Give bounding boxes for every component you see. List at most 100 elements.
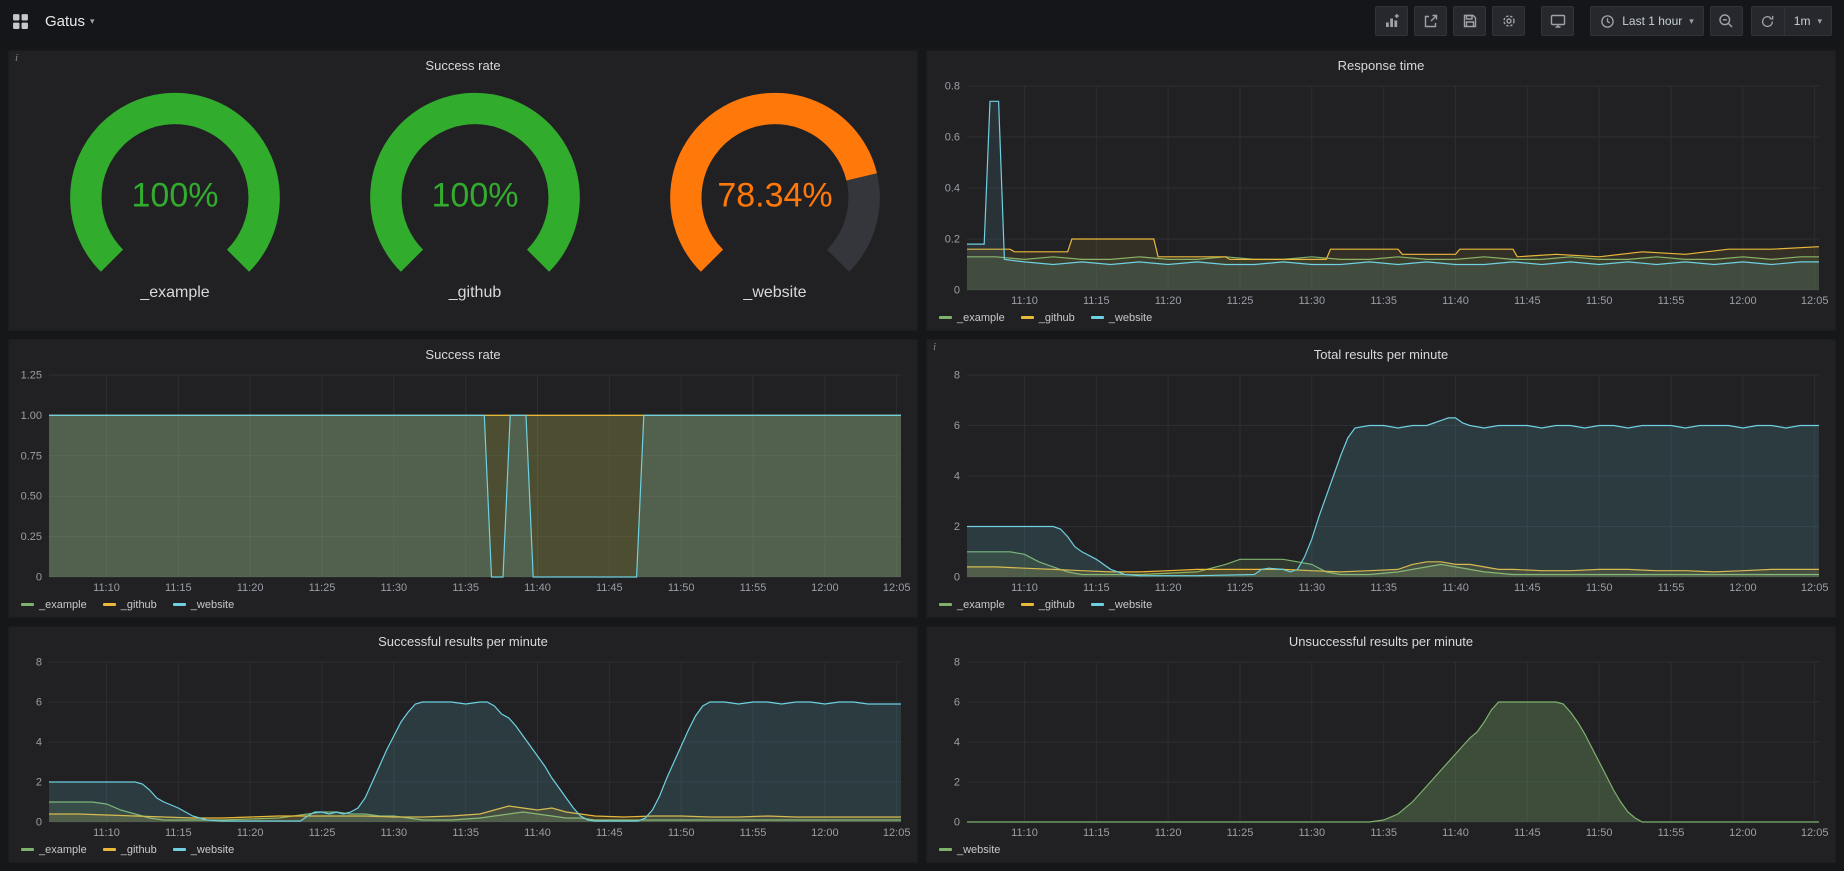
legend-series-name: _github (121, 844, 157, 856)
gauge-arc: 100% (325, 82, 625, 282)
gauge-value: 78.34% (625, 177, 918, 216)
legend-swatch (21, 603, 34, 606)
svg-text:8: 8 (954, 657, 960, 669)
legend-swatch (103, 848, 116, 851)
legend-swatch (1021, 603, 1034, 606)
time-range-picker[interactable]: Last 1 hour ▾ (1590, 6, 1704, 36)
svg-text:11:55: 11:55 (1658, 827, 1685, 839)
response-time-chart[interactable]: 00.20.40.60.811:1011:1511:2011:2511:3011… (927, 76, 1835, 310)
svg-text:12:00: 12:00 (811, 827, 839, 839)
svg-text:0.2: 0.2 (945, 234, 960, 246)
legend-item[interactable]: _example (21, 599, 87, 611)
panel-title[interactable]: Total results per minute (927, 340, 1835, 365)
refresh-icon (1760, 14, 1775, 29)
legend-series-name: _website (1109, 599, 1152, 611)
svg-text:4: 4 (954, 737, 960, 749)
gauges-row: 100% _example 100% _github 78.34% _websi… (9, 76, 917, 330)
svg-text:11:10: 11:10 (93, 827, 120, 839)
gauge-value: 100% (25, 177, 325, 216)
svg-text:12:05: 12:05 (1801, 827, 1829, 839)
legend-item[interactable]: _website (173, 599, 234, 611)
legend-item[interactable]: _website (939, 844, 1000, 856)
monitor-icon (1550, 13, 1566, 29)
panel-title[interactable]: Unsuccessful results per minute (927, 627, 1835, 652)
svg-text:11:55: 11:55 (740, 582, 767, 594)
panel-title[interactable]: Success rate (9, 340, 917, 365)
svg-text:2: 2 (954, 777, 960, 789)
refresh-interval-dropdown[interactable]: 1m ▾ (1784, 6, 1832, 36)
svg-text:11:35: 11:35 (452, 827, 479, 839)
legend-item[interactable]: _example (21, 844, 87, 856)
svg-text:6: 6 (954, 420, 960, 432)
share-button[interactable] (1414, 6, 1447, 36)
legend-item[interactable]: _example (939, 599, 1005, 611)
gauge-label: _github (449, 284, 502, 302)
legend-item[interactable]: _github (1021, 599, 1075, 611)
navbar: Gatus ▾ (0, 0, 1844, 42)
svg-text:11:45: 11:45 (596, 582, 623, 594)
legend-item[interactable]: _website (173, 844, 234, 856)
save-icon (1462, 13, 1478, 29)
legend-swatch (173, 603, 186, 606)
gauge-github: 100% _github (325, 82, 625, 302)
svg-text:11:20: 11:20 (1155, 295, 1182, 307)
settings-button[interactable] (1492, 6, 1525, 36)
save-button[interactable] (1453, 6, 1486, 36)
panel-title[interactable]: Response time (927, 51, 1835, 76)
legend-item[interactable]: _github (1021, 312, 1075, 324)
svg-text:11:25: 11:25 (1227, 582, 1254, 594)
svg-text:11:15: 11:15 (1083, 295, 1110, 307)
chevron-down-icon: ▾ (90, 17, 95, 26)
svg-text:11:25: 11:25 (309, 582, 336, 594)
gauge-arc: 100% (25, 82, 325, 282)
legend-series-name: _github (1039, 599, 1075, 611)
legend-swatch (1091, 316, 1104, 319)
svg-text:0: 0 (954, 572, 960, 584)
tv-mode-button[interactable] (1541, 6, 1574, 36)
svg-text:11:45: 11:45 (1514, 582, 1541, 594)
zoom-out-button[interactable] (1710, 6, 1743, 36)
total-results-chart[interactable]: 0246811:1011:1511:2011:2511:3011:3511:40… (927, 365, 1835, 597)
svg-text:6: 6 (36, 697, 42, 709)
svg-text:0.6: 0.6 (945, 132, 960, 144)
chart-canvas: 00.250.500.751.001.2511:1011:1511:2011:2… (9, 365, 917, 597)
legend-series-name: _website (1109, 312, 1152, 324)
refresh-button[interactable] (1751, 6, 1784, 36)
chart-canvas: 0246811:1011:1511:2011:2511:3011:3511:40… (9, 652, 917, 842)
svg-text:12:00: 12:00 (1729, 827, 1757, 839)
legend-item[interactable]: _github (103, 599, 157, 611)
svg-text:0: 0 (954, 285, 960, 297)
zoom-out-icon (1718, 13, 1734, 29)
successful-results-chart[interactable]: 0246811:1011:1511:2011:2511:3011:3511:40… (9, 652, 917, 842)
svg-text:11:45: 11:45 (1514, 827, 1541, 839)
svg-text:11:40: 11:40 (1442, 827, 1469, 839)
svg-text:11:20: 11:20 (1155, 827, 1182, 839)
legend-item[interactable]: _website (1091, 312, 1152, 324)
svg-text:0.25: 0.25 (21, 531, 42, 543)
legend-item[interactable]: _github (103, 844, 157, 856)
gauge-label: _website (743, 284, 806, 302)
legend-item[interactable]: _website (1091, 599, 1152, 611)
info-icon[interactable]: i (933, 341, 936, 353)
legend-item[interactable]: _example (939, 312, 1005, 324)
svg-text:12:05: 12:05 (1801, 582, 1829, 594)
panel-title[interactable]: Successful results per minute (9, 627, 917, 652)
success-rate-chart[interactable]: 00.250.500.751.001.2511:1011:1511:2011:2… (9, 365, 917, 597)
svg-text:11:30: 11:30 (1298, 582, 1325, 594)
panel-success-rate-graph: Success rate 00.250.500.751.001.2511:101… (8, 339, 918, 618)
refresh-interval-label: 1m (1794, 14, 1811, 28)
dashboard-grid-icon[interactable] (12, 13, 29, 30)
info-icon[interactable]: i (15, 52, 18, 64)
legend-swatch (1091, 603, 1104, 606)
svg-text:11:50: 11:50 (668, 827, 695, 839)
svg-text:11:40: 11:40 (524, 582, 551, 594)
svg-text:8: 8 (954, 370, 960, 382)
svg-text:11:15: 11:15 (1083, 827, 1110, 839)
svg-text:11:35: 11:35 (1370, 582, 1397, 594)
panel-title[interactable]: Success rate (9, 51, 917, 76)
svg-text:0.4: 0.4 (945, 183, 960, 195)
dashboard-title-dropdown[interactable]: Gatus ▾ (39, 9, 101, 34)
unsuccessful-results-chart[interactable]: 0246811:1011:1511:2011:2511:3011:3511:40… (927, 652, 1835, 842)
add-panel-button[interactable] (1375, 6, 1408, 36)
legend-series-name: _example (39, 599, 87, 611)
